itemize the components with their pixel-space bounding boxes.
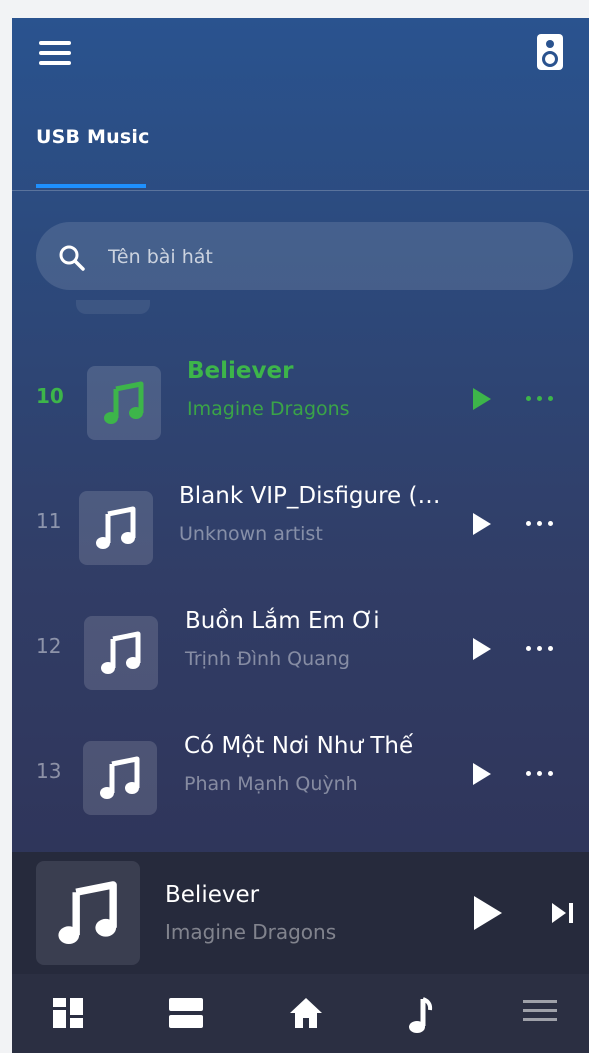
song-title: Buồn Lắm Em Ơi xyxy=(185,608,380,634)
track-number: 11 xyxy=(36,509,62,533)
track-number: 12 xyxy=(36,634,62,658)
play-icon[interactable] xyxy=(471,636,493,662)
list-item-partial xyxy=(76,300,150,314)
track-number: 10 xyxy=(36,384,64,408)
more-options-icon[interactable] xyxy=(524,632,556,664)
nav-item-music[interactable] xyxy=(381,974,461,1053)
skip-next-icon[interactable] xyxy=(551,902,575,924)
dashboard-grid-icon xyxy=(53,998,83,1028)
tab-divider xyxy=(12,190,589,191)
play-icon[interactable] xyxy=(471,386,493,412)
app-screen: USB Music 10 Believer Imagine Dragons xyxy=(12,18,589,1053)
song-row-11[interactable]: 11 Blank VIP_Disfigure (… Unknown artist xyxy=(12,479,589,569)
nav-item-list[interactable] xyxy=(146,974,226,1053)
top-bar xyxy=(12,18,589,88)
song-row-10[interactable]: 10 Believer Imagine Dragons xyxy=(12,354,589,444)
nav-item-home[interactable] xyxy=(266,974,346,1053)
search-input[interactable] xyxy=(106,222,550,292)
search-bar[interactable] xyxy=(36,222,573,292)
song-artist: Unknown artist xyxy=(179,523,323,545)
song-title: Blank VIP_Disfigure (… xyxy=(179,483,441,509)
now-playing-artist: Imagine Dragons xyxy=(165,920,337,944)
search-icon xyxy=(59,245,85,271)
song-title: Có Một Nơi Như Thế xyxy=(184,733,414,759)
now-playing-album-art[interactable] xyxy=(36,861,140,965)
list-view-icon xyxy=(169,998,203,1028)
album-art[interactable] xyxy=(83,741,157,815)
music-note-icon xyxy=(100,756,140,799)
hamburger-menu-icon[interactable] xyxy=(39,41,71,65)
play-icon[interactable] xyxy=(472,894,504,932)
track-number: 13 xyxy=(36,759,62,783)
song-row-13[interactable]: 13 Có Một Nơi Như Thế Phan Mạnh Quỳnh xyxy=(12,729,589,819)
music-note-icon xyxy=(58,881,117,945)
album-art[interactable] xyxy=(84,616,158,690)
music-note-icon xyxy=(409,997,433,1033)
tab-usb-music[interactable]: USB Music xyxy=(36,126,150,188)
more-options-icon[interactable] xyxy=(524,507,556,539)
menu-lines-icon xyxy=(523,1000,557,1021)
home-icon xyxy=(290,998,322,1028)
tab-active-indicator xyxy=(36,184,146,188)
speaker-icon[interactable] xyxy=(537,34,563,70)
more-options-icon[interactable] xyxy=(524,757,556,789)
song-artist: Trịnh Đình Quang xyxy=(185,648,350,670)
nav-item-more[interactable] xyxy=(500,974,580,1053)
nav-item-dashboard[interactable] xyxy=(29,974,109,1053)
now-playing-title: Believer xyxy=(165,882,260,908)
music-note-icon xyxy=(96,506,136,549)
song-row-12[interactable]: 12 Buồn Lắm Em Ơi Trịnh Đình Quang xyxy=(12,604,589,694)
music-note-icon xyxy=(104,381,144,424)
play-icon[interactable] xyxy=(471,761,493,787)
song-title: Believer xyxy=(187,358,294,384)
now-playing-bar[interactable]: Believer Imagine Dragons xyxy=(12,852,589,974)
bottom-navigation xyxy=(12,974,589,1053)
play-icon[interactable] xyxy=(471,511,493,537)
tab-label: USB Music xyxy=(36,126,150,148)
song-artist: Phan Mạnh Quỳnh xyxy=(184,773,358,795)
album-art[interactable] xyxy=(79,491,153,565)
music-note-icon xyxy=(101,631,141,674)
album-art[interactable] xyxy=(87,366,161,440)
song-artist: Imagine Dragons xyxy=(187,398,350,420)
more-options-icon[interactable] xyxy=(524,382,556,414)
